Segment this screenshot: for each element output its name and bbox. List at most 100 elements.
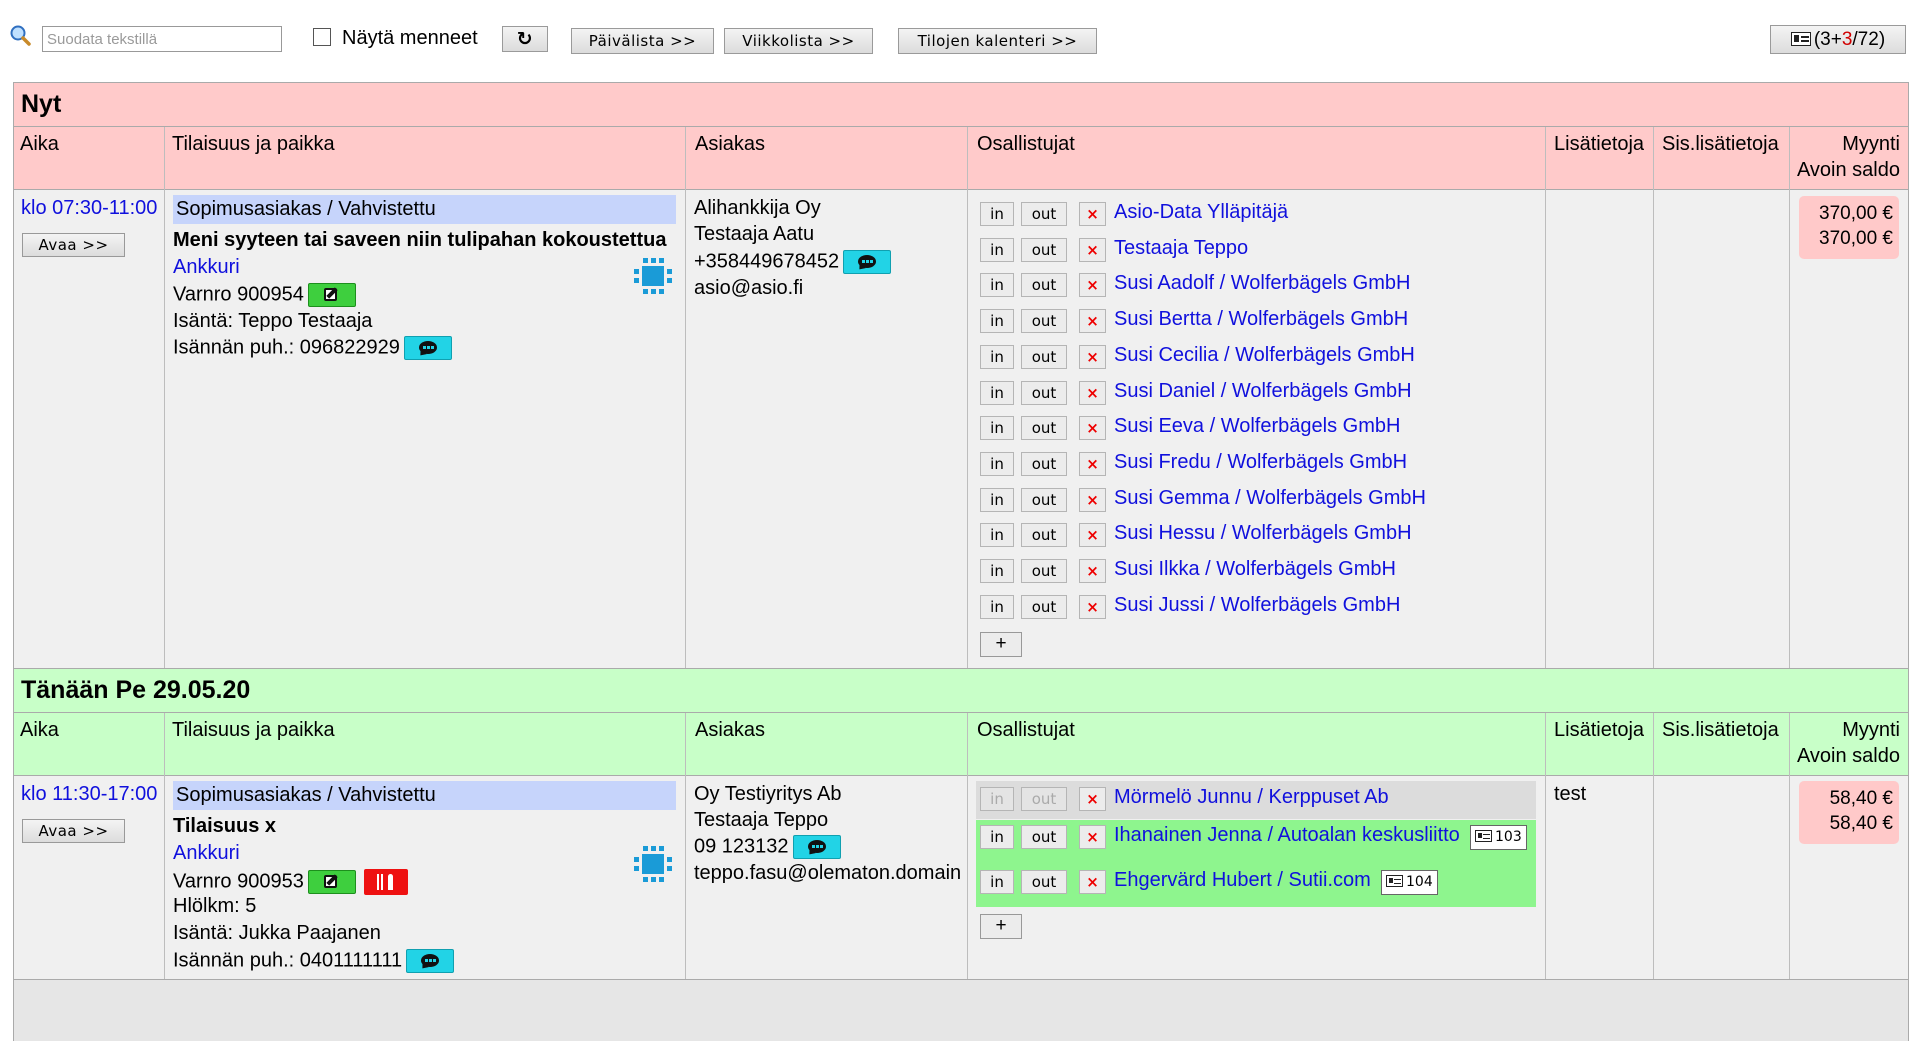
edit-icon[interactable]: [307, 283, 356, 307]
participant-name-link[interactable]: Susi Jussi / Wolferbägels GmbH: [1114, 594, 1400, 617]
id-card-icon: [1386, 875, 1403, 887]
chat-icon[interactable]: [792, 835, 841, 859]
remove-participant-button[interactable]: ×: [1079, 416, 1106, 441]
search-icon: [10, 25, 31, 46]
remove-participant-button[interactable]: ×: [1079, 870, 1106, 894]
check-in-button[interactable]: in: [980, 594, 1014, 619]
check-out-button[interactable]: out: [1021, 237, 1067, 262]
toolbar: Näytä menneet ↻ Päivälista >> Viikkolist…: [0, 0, 1921, 80]
week-list-button[interactable]: Viikkolista >>: [724, 28, 873, 54]
participant-name-link[interactable]: Mörmelö Junnu / Kerppuset Ab: [1114, 786, 1389, 809]
remove-participant-button[interactable]: ×: [1079, 309, 1106, 334]
event-place-link[interactable]: Ankkuri: [173, 842, 240, 865]
participant-name-link[interactable]: Susi Fredu / Wolferbägels GmbH: [1114, 451, 1407, 474]
participant-name-link[interactable]: Testaaja Teppo: [1114, 237, 1248, 260]
check-in-button[interactable]: in: [980, 416, 1014, 441]
section-title-today: Tänään Pe 29.05.20: [13, 668, 1909, 713]
participant-name-link[interactable]: Susi Hessu / Wolferbägels GmbH: [1114, 522, 1412, 545]
participant-row: in out × Susi Hessu / Wolferbägels GmbH: [980, 521, 1530, 551]
refresh-button[interactable]: ↻: [502, 26, 548, 52]
event-time[interactable]: klo 07:30-11:00: [21, 197, 157, 220]
remove-participant-button[interactable]: ×: [1079, 273, 1106, 298]
remove-participant-button[interactable]: ×: [1079, 523, 1106, 548]
check-out-button[interactable]: out: [1021, 870, 1067, 894]
footer-area: [13, 979, 1909, 1041]
event-persons: Hlölkm: 5: [173, 895, 257, 917]
remove-participant-button[interactable]: ×: [1079, 559, 1106, 583]
remove-participant-button[interactable]: ×: [1079, 825, 1106, 849]
participant-name-link[interactable]: Asio-Data Ylläpitäjä: [1114, 201, 1288, 224]
event-time[interactable]: klo 11:30-17:00: [21, 783, 157, 806]
remove-participant-button[interactable]: ×: [1079, 594, 1106, 619]
participant-name-link[interactable]: Susi Daniel / Wolferbägels GmbH: [1114, 380, 1412, 403]
check-in-button[interactable]: in: [980, 787, 1014, 811]
chat-icon[interactable]: [406, 949, 455, 973]
participant-name-link[interactable]: Ihanainen Jenna / Autoalan keskusliitto: [1114, 824, 1460, 847]
participant-name-link[interactable]: Susi Cecilia / Wolferbägels GmbH: [1114, 344, 1415, 367]
day-list-button[interactable]: Päivälista >>: [571, 28, 714, 54]
id-card-icon: [1475, 830, 1492, 842]
participant-name-link[interactable]: Susi Aadolf / Wolferbägels GmbH: [1114, 272, 1410, 295]
food-icon[interactable]: [363, 869, 408, 895]
check-out-button[interactable]: out: [1021, 344, 1067, 369]
participant-name-link[interactable]: Susi Eeva / Wolferbägels GmbH: [1114, 415, 1400, 438]
check-out-button[interactable]: out: [1021, 451, 1067, 476]
customer-company: Oy Testiyritys Ab: [694, 783, 842, 805]
check-out-button[interactable]: out: [1021, 380, 1067, 405]
participant-name-link[interactable]: Ehgervärd Hubert / Sutii.com: [1114, 869, 1371, 892]
rooms-calendar-button[interactable]: Tilojen kalenteri >>: [898, 28, 1097, 54]
open-event-button[interactable]: Avaa >>: [22, 233, 125, 257]
check-out-button[interactable]: out: [1021, 559, 1067, 583]
check-out-button[interactable]: out: [1021, 202, 1067, 226]
check-in-button[interactable]: in: [980, 451, 1014, 476]
check-in-button[interactable]: in: [980, 202, 1014, 226]
chat-icon[interactable]: [403, 336, 452, 360]
remove-participant-button[interactable]: ×: [1079, 787, 1106, 811]
check-in-button[interactable]: in: [980, 309, 1014, 334]
event-place-link[interactable]: Ankkuri: [173, 256, 240, 279]
participant-row: in out × Susi Gemma / Wolferbägels GmbH: [980, 486, 1530, 516]
event-host: Isäntä: Jukka Paajanen: [173, 922, 381, 944]
event-info: test: [1554, 783, 1587, 805]
check-in-button[interactable]: in: [980, 559, 1014, 583]
search-input[interactable]: [42, 26, 282, 52]
check-out-button[interactable]: out: [1021, 825, 1067, 849]
col-event: Tilaisuus ja paikka: [172, 719, 335, 741]
open-event-button[interactable]: Avaa >>: [22, 819, 125, 843]
show-past-checkbox[interactable]: [313, 28, 331, 46]
chat-icon[interactable]: [843, 250, 892, 274]
remove-participant-button[interactable]: ×: [1079, 487, 1106, 512]
check-out-button[interactable]: out: [1021, 787, 1067, 811]
check-in-button[interactable]: in: [980, 870, 1014, 894]
remove-participant-button[interactable]: ×: [1079, 451, 1106, 476]
check-in-button[interactable]: in: [980, 380, 1014, 405]
participant-name-link[interactable]: Susi Gemma / Wolferbägels GmbH: [1114, 487, 1426, 510]
count-button[interactable]: (3+3/72): [1770, 25, 1906, 54]
check-in-button[interactable]: in: [980, 344, 1014, 369]
booking-number: Varnro 900954: [173, 283, 356, 307]
check-in-button[interactable]: in: [980, 273, 1014, 298]
participant-name-link[interactable]: Susi Bertta / Wolferbägels GmbH: [1114, 308, 1408, 331]
customer-contact: Testaaja Aatu: [694, 223, 815, 245]
check-out-button[interactable]: out: [1021, 416, 1067, 441]
check-in-button[interactable]: in: [980, 237, 1014, 262]
check-in-button[interactable]: in: [980, 523, 1014, 548]
remove-participant-button[interactable]: ×: [1079, 380, 1106, 405]
remove-participant-button[interactable]: ×: [1079, 237, 1106, 262]
edit-icon[interactable]: [307, 870, 356, 894]
host-phone: Isännän puh.: 096822929: [173, 336, 452, 360]
remove-participant-button[interactable]: ×: [1079, 344, 1106, 369]
check-out-button[interactable]: out: [1021, 309, 1067, 334]
participant-name-link[interactable]: Susi Ilkka / Wolferbägels GmbH: [1114, 558, 1396, 581]
add-participant-button[interactable]: +: [980, 914, 1022, 939]
check-out-button[interactable]: out: [1021, 523, 1067, 548]
check-in-button[interactable]: in: [980, 487, 1014, 512]
add-participant-button[interactable]: +: [980, 632, 1022, 657]
check-in-button[interactable]: in: [980, 825, 1014, 849]
col-participants: Osallistujat: [977, 719, 1075, 741]
check-out-button[interactable]: out: [1021, 487, 1067, 512]
check-out-button[interactable]: out: [1021, 273, 1067, 298]
check-out-button[interactable]: out: [1021, 594, 1067, 619]
remove-participant-button[interactable]: ×: [1079, 202, 1106, 226]
customer-company: Alihankkija Oy: [694, 197, 821, 219]
